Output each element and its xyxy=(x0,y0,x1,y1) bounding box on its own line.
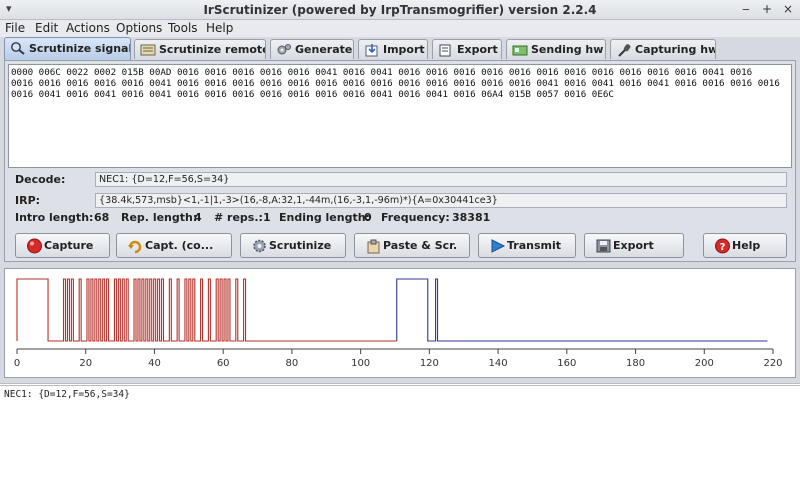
reps-value: 1 xyxy=(263,211,271,224)
tab-label: Sending hw xyxy=(531,43,604,56)
capture-button[interactable]: Capture xyxy=(15,233,110,258)
x-tick-label: 160 xyxy=(557,358,576,369)
maximize-icon[interactable]: + xyxy=(760,2,774,16)
x-tick-label: 20 xyxy=(79,358,92,369)
tab-bar: Scrutinize signal Scrutinize remote Gene… xyxy=(0,37,800,60)
menu-tools[interactable]: Tools xyxy=(168,21,198,35)
tab-label: Generate xyxy=(295,43,353,56)
rep-length-value: 4 xyxy=(194,211,202,224)
menu-edit[interactable]: Edit xyxy=(35,21,58,35)
irp-label: IRP: xyxy=(15,194,41,207)
record-icon xyxy=(27,238,42,254)
intro-sequence-trace xyxy=(16,278,397,342)
ending-length-label: Ending length: xyxy=(279,211,370,224)
tab-label: Scrutinize remote xyxy=(159,43,266,56)
intro-length-value: 68 xyxy=(94,211,110,224)
export-icon xyxy=(439,44,451,57)
scrutinize-signal-panel: 0000 006C 0022 0002 015B 00AD 0016 0016 … xyxy=(4,60,796,262)
menu-file[interactable]: File xyxy=(5,21,25,35)
x-tick-label: 80 xyxy=(286,358,299,369)
transmit-button[interactable]: Transmit xyxy=(478,233,576,258)
x-tick-label: 100 xyxy=(351,358,370,369)
tab-generate[interactable]: Generate xyxy=(270,39,354,59)
tab-scrutinize-remote[interactable]: Scrutinize remote xyxy=(134,39,266,59)
paste-scrutinize-button[interactable]: Paste & Scr. xyxy=(354,233,470,258)
menu-options[interactable]: Options xyxy=(116,21,162,35)
play-icon xyxy=(491,239,506,253)
tab-label: Export xyxy=(457,43,498,56)
window-title: IrScrutinizer (powered by IrpTransmogrif… xyxy=(203,3,597,17)
raw-signal-textarea[interactable]: 0000 006C 0022 0002 015B 00AD 0016 0016 … xyxy=(8,64,792,168)
x-tick-label: 220 xyxy=(763,358,782,369)
tab-capturing-hw[interactable]: Capturing hw xyxy=(610,39,716,59)
tab-export[interactable]: Export xyxy=(432,39,502,59)
magnifier-icon xyxy=(11,42,25,55)
decode-field[interactable]: NEC1: {D=12,F=56,S=34} xyxy=(95,172,787,187)
menu-bar: File Edit Actions Options Tools Help xyxy=(0,20,800,37)
menu-actions[interactable]: Actions xyxy=(66,21,110,35)
title-bar: ▾ IrScrutinizer (powered by IrpTransmogr… xyxy=(0,0,800,20)
minimize-icon[interactable]: ‒ xyxy=(739,2,753,16)
irp-field[interactable]: {38.4k,573,msb}<1,-1|1,-3>(16,-8,A:32,1,… xyxy=(95,193,787,208)
tab-sending-hw[interactable]: Sending hw xyxy=(506,39,606,59)
reps-label: # reps.: xyxy=(214,211,263,224)
capture-continuous-button[interactable]: Capt. (co... xyxy=(116,233,232,258)
ending-length-value: 0 xyxy=(364,211,372,224)
repeat-sequence-trace xyxy=(396,278,768,342)
tab-label: Import xyxy=(383,43,425,56)
svg-text:?: ? xyxy=(720,242,726,253)
close-icon[interactable]: × xyxy=(781,2,795,16)
menu-help[interactable]: Help xyxy=(206,21,233,35)
scrutinize-button[interactable]: Scrutinize xyxy=(240,233,346,258)
x-tick-label: 40 xyxy=(148,358,161,369)
console-output[interactable]: NEC1: {D=12,F=56,S=34} xyxy=(0,383,800,495)
x-tick-label: 0 xyxy=(14,358,20,369)
tab-scrutinize-signal[interactable]: Scrutinize signal xyxy=(4,37,131,60)
tab-label: Capturing hw xyxy=(635,43,716,56)
loop-capture-icon xyxy=(128,240,142,254)
import-icon xyxy=(365,44,378,57)
sending-hw-icon xyxy=(512,45,528,56)
frequency-label: Frequency: xyxy=(381,211,450,224)
tab-label: Scrutinize signal xyxy=(29,42,131,55)
paste-icon xyxy=(367,239,380,254)
x-tick-label: 60 xyxy=(217,358,230,369)
save-icon xyxy=(596,239,611,253)
x-tick-label: 120 xyxy=(420,358,439,369)
signal-plot-svg: 0 20 40 60 80 100 120 140 160 180 200 220 xyxy=(14,278,783,369)
intro-length-label: Intro length: xyxy=(15,211,94,224)
signal-plot[interactable]: 0 20 40 60 80 100 120 140 160 180 200 220 xyxy=(4,268,796,378)
rep-length-label: Rep. length: xyxy=(121,211,198,224)
remote-icon xyxy=(140,44,156,56)
gears-icon xyxy=(277,44,291,55)
export-button[interactable]: Export xyxy=(584,233,684,258)
x-tick-label: 180 xyxy=(626,358,645,369)
decode-label: Decode: xyxy=(15,173,66,186)
frequency-value: 38381 xyxy=(452,211,491,224)
x-tick-label: 140 xyxy=(489,358,508,369)
tab-import[interactable]: Import xyxy=(358,39,428,59)
help-icon: ? xyxy=(715,238,730,254)
gear-icon xyxy=(253,239,266,253)
help-button[interactable]: ? Help xyxy=(703,233,787,258)
microphone-icon xyxy=(618,44,631,57)
x-tick-label: 200 xyxy=(695,358,714,369)
